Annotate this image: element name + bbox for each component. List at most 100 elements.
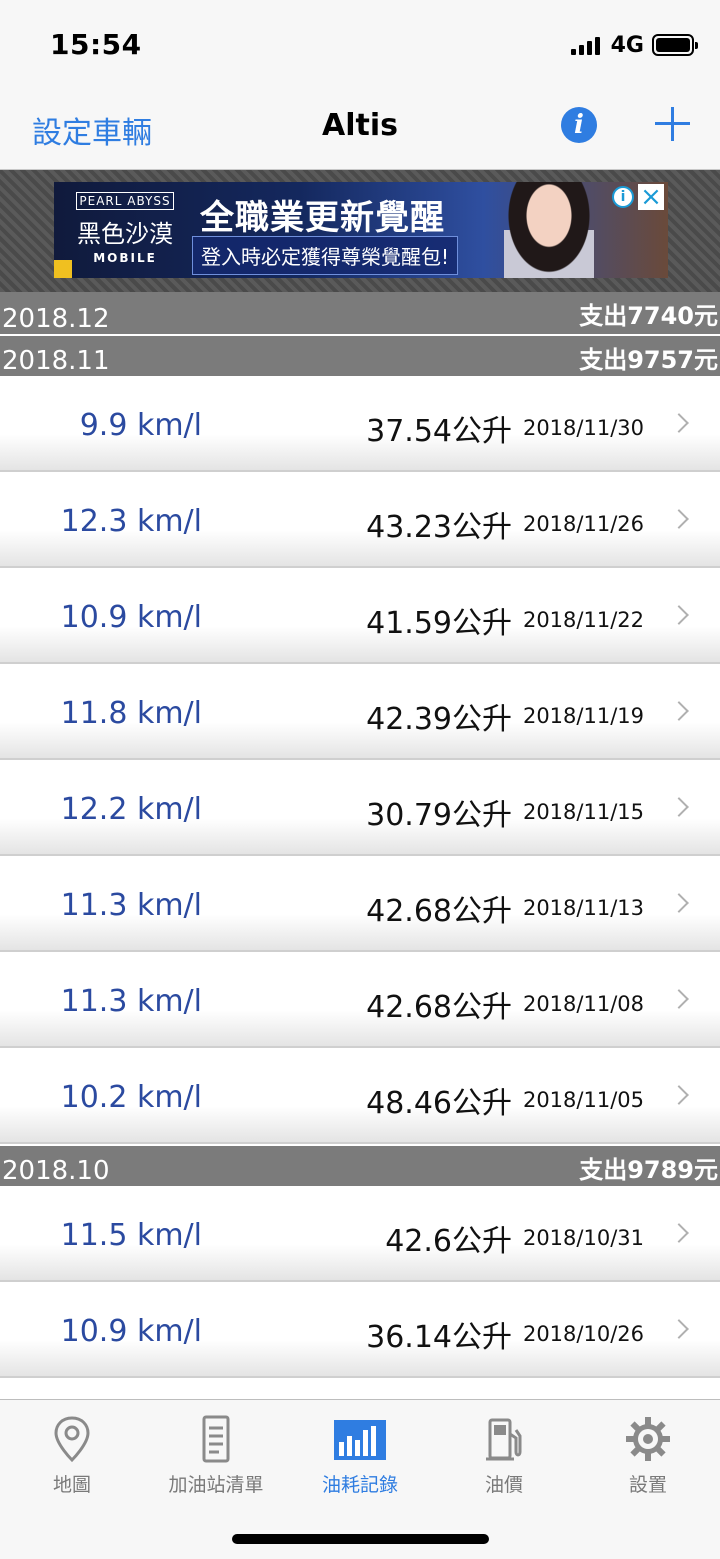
chevron-right-icon <box>669 605 689 625</box>
status-time: 15:54 <box>50 28 142 61</box>
fuel-record-row[interactable]: 9.9 km/l 37.54公升 2018/11/30 <box>0 376 720 472</box>
month-label: 2018.10 <box>2 1156 110 1186</box>
ad-info-icon[interactable]: i <box>612 186 634 208</box>
chevron-right-icon <box>669 989 689 1009</box>
fuel-volume: 36.14公升 <box>366 1320 512 1355</box>
fuel-volume: 48.46公升 <box>366 1086 512 1121</box>
status-indicators: 4G <box>570 32 698 58</box>
ad-container: PEARL ABYSS 黑色沙漠 MOBILE 全職業更新覺醒 登入時必定獲得尊… <box>0 170 720 292</box>
chevron-right-icon <box>669 1223 689 1243</box>
fuel-record-row[interactable]: 11.3 km/l 42.68公升 2018/11/08 <box>0 952 720 1048</box>
fuel-efficiency: 10.9 km/l <box>60 600 202 635</box>
fuel-record-list[interactable]: 2018.12 支出7740元 2018.11 支出9757元 9.9 km/l 37.5… <box>0 292 720 1399</box>
tab-label: 油價 <box>484 1474 523 1496</box>
fuel-record-row[interactable]: 11.5 km/l 42.6公升 2018/10/31 <box>0 1186 720 1282</box>
refuel-date: 2018/11/22 <box>522 608 644 632</box>
chevron-right-icon <box>669 509 689 529</box>
fuel-volume: 37.54公升 <box>366 414 512 449</box>
month-expense-total: 支出9757元 <box>579 346 718 374</box>
tab-label: 加油站清單 <box>168 1474 264 1496</box>
fuel-record-row[interactable]: 11.3 km/l 42.68公升 2018/11/13 <box>0 856 720 952</box>
fuel-efficiency: 11.8 km/l <box>60 696 202 731</box>
ad-banner[interactable]: PEARL ABYSS 黑色沙漠 MOBILE 全職業更新覺醒 登入時必定獲得尊… <box>54 182 668 278</box>
fuel-record-row[interactable]: 12.3 km/l 43.23公升 2018/11/26 <box>0 472 720 568</box>
refuel-date: 2018/11/13 <box>522 896 644 920</box>
refuel-date: 2018/10/26 <box>522 1322 644 1346</box>
ad-platform: MOBILE <box>93 251 157 265</box>
ad-game-title: 黑色沙漠 <box>77 220 173 248</box>
fuel-efficiency: 12.2 km/l <box>60 792 202 827</box>
add-record-button[interactable] <box>652 102 692 146</box>
month-expense-total: 支出7740元 <box>579 302 718 330</box>
battery-icon <box>652 34 698 56</box>
month-expense-total: 支出9789元 <box>579 1156 718 1184</box>
fuel-pump-icon <box>486 1418 522 1461</box>
refuel-date: 2018/11/30 <box>522 416 644 440</box>
ad-brand: PEARL ABYSS <box>76 192 174 210</box>
list-document-icon <box>202 1415 230 1463</box>
status-bar: 15:54 4G <box>0 0 720 84</box>
info-icon[interactable]: i <box>561 107 597 143</box>
network-type: 4G <box>610 32 644 58</box>
tab-map[interactable]: 地圖 <box>0 1400 144 1510</box>
fuel-volume: 42.6公升 <box>385 1224 512 1259</box>
month-section-header: 2018.11 支出9757元 <box>0 334 720 376</box>
fuel-record-row[interactable]: 10.9 km/l 36.14公升 2018/10/26 <box>0 1282 720 1378</box>
fuel-efficiency: 11.5 km/l <box>60 1218 202 1253</box>
refuel-date: 2018/11/05 <box>522 1088 644 1112</box>
ad-corner-icon <box>54 260 72 278</box>
fuel-record-row[interactable]: 10.2 km/l 48.46公升 2018/11/05 <box>0 1048 720 1144</box>
tab-fuel-price[interactable]: 油價 <box>432 1400 576 1510</box>
chevron-right-icon <box>669 797 689 817</box>
tab-label: 地圖 <box>52 1474 91 1496</box>
chevron-right-icon <box>669 893 689 913</box>
fuel-record-row[interactable]: 10.9 km/l 41.59公升 2018/11/22 <box>0 568 720 664</box>
tab-label: 油耗記錄 <box>321 1474 398 1496</box>
ad-character-image <box>504 182 594 278</box>
ad-logo: PEARL ABYSS 黑色沙漠 MOBILE <box>66 190 184 270</box>
ad-subline: 登入時必定獲得尊榮覺醒包! <box>192 236 459 275</box>
home-indicator[interactable] <box>232 1534 489 1544</box>
chevron-right-icon <box>669 1319 689 1339</box>
fuel-efficiency: 10.2 km/l <box>60 1080 202 1115</box>
refuel-date: 2018/11/15 <box>522 800 644 824</box>
fuel-efficiency: 11.3 km/l <box>60 888 202 923</box>
gear-icon <box>626 1417 670 1461</box>
chevron-right-icon <box>669 701 689 721</box>
fuel-volume: 43.23公升 <box>366 510 512 545</box>
tab-label: 設置 <box>628 1474 667 1496</box>
month-section-header: 2018.10 支出9789元 <box>0 1144 720 1186</box>
month-label: 2018.11 <box>2 346 110 376</box>
signal-icon <box>570 35 603 55</box>
refuel-date: 2018/11/26 <box>522 512 644 536</box>
app-screen: 15:54 4G 設定車輛 Altis i PEARL ABYSS 黑色沙漠 M… <box>0 0 720 1559</box>
fuel-volume: 42.68公升 <box>366 894 512 929</box>
fuel-efficiency: 10.9 km/l <box>60 1314 202 1349</box>
refuel-date: 2018/10/31 <box>522 1226 644 1250</box>
navigation-bar: 設定車輛 Altis i <box>0 84 720 170</box>
tab-fuel-records[interactable]: 油耗記錄 <box>288 1400 432 1510</box>
chevron-right-icon <box>669 1085 689 1105</box>
map-pin-icon <box>54 1416 90 1463</box>
chevron-right-icon <box>669 413 689 433</box>
month-section-header: 2018.12 支出7740元 <box>0 292 720 334</box>
refuel-date: 2018/11/08 <box>522 992 644 1016</box>
ad-close-icon[interactable]: × <box>638 184 664 210</box>
month-label: 2018.12 <box>2 304 110 334</box>
fuel-efficiency: 11.3 km/l <box>60 984 202 1019</box>
fuel-record-row[interactable]: 12.2 km/l 30.79公升 2018/11/15 <box>0 760 720 856</box>
fuel-efficiency: 9.9 km/l <box>79 408 202 443</box>
ad-headline: 全職業更新覺醒 <box>200 198 445 238</box>
fuel-volume: 30.79公升 <box>366 798 512 833</box>
fuel-efficiency: 12.3 km/l <box>60 504 202 539</box>
refuel-date: 2018/11/19 <box>522 704 644 728</box>
tab-settings[interactable]: 設置 <box>576 1400 720 1510</box>
fuel-volume: 42.68公升 <box>366 990 512 1025</box>
tab-station-list[interactable]: 加油站清單 <box>144 1400 288 1510</box>
set-vehicle-button[interactable]: 設定車輛 <box>32 108 152 152</box>
fuel-volume: 42.39公升 <box>366 702 512 737</box>
fuel-volume: 41.59公升 <box>366 606 512 641</box>
bar-chart-icon <box>334 1420 386 1460</box>
fuel-record-row[interactable] <box>0 1378 720 1399</box>
fuel-record-row[interactable]: 11.8 km/l 42.39公升 2018/11/19 <box>0 664 720 760</box>
